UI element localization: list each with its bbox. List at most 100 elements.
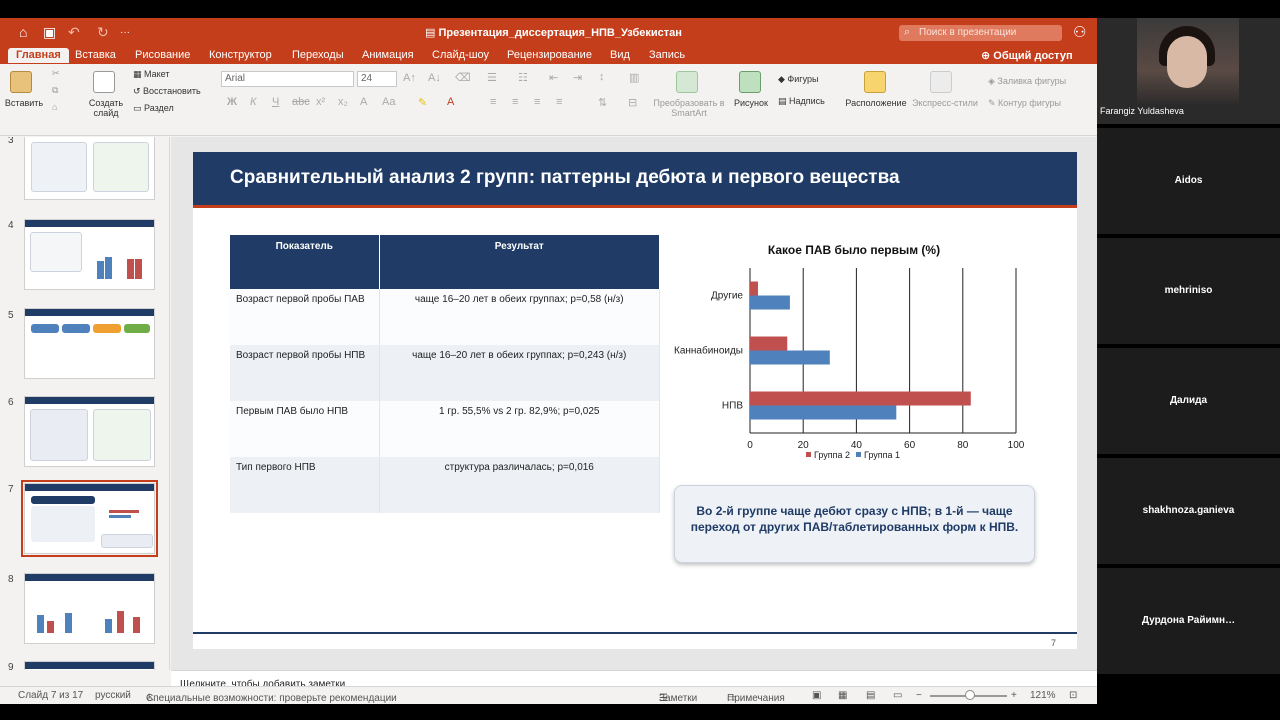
tab-slideshow[interactable]: Слайд-шоу <box>432 49 489 61</box>
participant-tile[interactable]: mehriniso <box>1097 238 1280 344</box>
columns-icon[interactable]: ▥ <box>629 71 639 84</box>
arrange-button[interactable]: Расположение <box>845 98 907 108</box>
tab-view[interactable]: Вид <box>610 49 630 61</box>
tab-transitions[interactable]: Переходы <box>292 49 344 61</box>
increase-font-icon[interactable]: A↑ <box>403 72 416 84</box>
decrease-indent-icon[interactable]: ⇤ <box>549 71 558 84</box>
line-spacing-icon[interactable]: ↕ <box>599 71 605 83</box>
bullets-icon[interactable]: ☰ <box>487 71 497 84</box>
sorter-view-icon[interactable]: ▦ <box>838 690 847 701</box>
reading-view-icon[interactable]: ▤ <box>866 690 875 701</box>
font-color-icon[interactable]: A <box>447 96 454 108</box>
tab-animations[interactable]: Анимация <box>362 49 414 61</box>
highlight-icon[interactable]: ✎ <box>418 96 427 109</box>
subscript-icon[interactable]: x₂ <box>338 96 348 108</box>
thumb-bar <box>135 259 142 279</box>
tab-record[interactable]: Запись <box>649 49 685 61</box>
align-center-icon[interactable]: ≡ <box>512 96 518 108</box>
align-left-icon[interactable]: ≡ <box>490 96 496 108</box>
align-text-icon[interactable]: ⊟ <box>628 96 637 109</box>
picture-button[interactable]: Рисунок <box>731 98 771 108</box>
shape-outline-button[interactable]: ✎ Контур фигуры <box>988 98 1061 109</box>
slide-thumbnail-9[interactable] <box>24 661 155 670</box>
slide-thumbnail-8[interactable] <box>24 573 155 644</box>
undo-icon[interactable]: ↶ <box>68 24 80 41</box>
strikethrough-icon[interactable]: abc <box>292 96 310 108</box>
results-table[interactable]: Показатель Результат Возраст первой проб… <box>230 235 660 513</box>
convert-smartart-button[interactable]: Преобразовать в SmartArt <box>650 98 728 118</box>
normal-view-icon[interactable]: ▣ <box>812 690 821 701</box>
slide-thumbnail-3[interactable] <box>24 137 155 200</box>
justify-icon[interactable]: ≡ <box>556 96 562 108</box>
reset-button[interactable]: ↺ Восстановить <box>133 86 201 97</box>
text-direction-icon[interactable]: ⇅ <box>598 96 607 109</box>
numbering-icon[interactable]: ☷ <box>518 71 528 84</box>
tab-home[interactable]: Главная <box>8 48 69 63</box>
slide-thumbnail-7[interactable] <box>21 480 158 557</box>
first-substance-chart[interactable]: Какое ПАВ было первым (%) 0 20 40 60 80 100 Дру… <box>663 232 1053 462</box>
text-effects-icon[interactable]: A <box>360 96 367 108</box>
copy-icon[interactable]: ⧉ <box>52 85 58 96</box>
shape-outline-label: Контур фигуры <box>998 98 1061 108</box>
change-case-icon[interactable]: Aa <box>382 96 395 108</box>
home-icon[interactable]: ⌂ <box>19 24 27 40</box>
tab-insert[interactable]: Вставка <box>75 49 116 61</box>
zoom-level[interactable]: 121% <box>1030 690 1056 701</box>
section-button[interactable]: ▭ Раздел <box>133 103 174 114</box>
slide-thumbnails-panel[interactable]: 3 4 5 6 7 8 9 <box>0 137 170 670</box>
paste-button[interactable]: Вставить <box>4 98 44 108</box>
bold-icon[interactable]: Ж <box>227 96 237 108</box>
format-painter-icon[interactable]: ⌂ <box>52 102 57 112</box>
share-button[interactable]: ⊕ Общий доступ <box>981 49 1073 62</box>
slide-thumbnail-6[interactable] <box>24 396 155 467</box>
participant-tile[interactable]: Дурдона Райимн… <box>1097 568 1280 674</box>
new-slide-button[interactable]: Создать слайд <box>86 98 126 118</box>
shapes-label: Фигуры <box>787 74 819 84</box>
align-right-icon[interactable]: ≡ <box>534 96 540 108</box>
y-tick-label: Каннабиноиды <box>674 345 743 357</box>
language-indicator[interactable]: русский <box>95 690 131 701</box>
decrease-font-icon[interactable]: A↓ <box>428 72 441 84</box>
account-icon[interactable]: ⚇ <box>1073 23 1086 41</box>
tab-design[interactable]: Конструктор <box>209 49 272 61</box>
table-cell: Первым ПАВ было НПВ <box>230 401 380 457</box>
textbox-button[interactable]: ▤ Надпись <box>778 96 825 107</box>
slide[interactable]: Сравнительный анализ 2 групп: паттерны д… <box>193 152 1077 649</box>
redo-icon[interactable]: ↻ <box>97 24 109 41</box>
layout-label: Макет <box>144 69 170 79</box>
conclusion-callout[interactable]: Во 2-й группе чаще дебют сразу с НПВ; в … <box>674 485 1035 563</box>
thumb-bar <box>127 259 134 279</box>
participant-tile[interactable]: Aidos <box>1097 128 1280 234</box>
slide-editor[interactable]: Сравнительный анализ 2 групп: паттерны д… <box>171 137 1097 670</box>
layout-button[interactable]: ▦ Макет <box>133 69 170 80</box>
participant-tile[interactable]: shakhnoza.ganieva <box>1097 458 1280 564</box>
search-input[interactable]: ⌕ Поиск в презентации <box>899 25 1062 41</box>
underline-icon[interactable]: Ч <box>272 96 279 108</box>
zoom-out-icon[interactable]: − <box>916 690 922 701</box>
participant-tile[interactable]: Далида <box>1097 348 1280 454</box>
shapes-button[interactable]: ◆ Фигуры <box>778 74 818 85</box>
save-icon[interactable]: ▣ <box>43 24 56 41</box>
tab-draw[interactable]: Рисование <box>135 49 190 61</box>
slide-title[interactable]: Сравнительный анализ 2 групп: паттерны д… <box>230 167 900 189</box>
increase-indent-icon[interactable]: ⇥ <box>573 71 582 84</box>
font-name-select[interactable]: Arial <box>221 71 354 87</box>
font-size-select[interactable]: 24 <box>357 71 397 87</box>
clear-format-icon[interactable]: ⌫ <box>455 71 471 84</box>
thumb-step <box>31 324 59 333</box>
slide-thumbnail-5[interactable] <box>24 308 155 379</box>
cut-icon[interactable]: ✂ <box>52 68 60 79</box>
italic-icon[interactable]: К <box>250 96 256 108</box>
fit-slide-icon[interactable]: ⊡ <box>1069 690 1077 701</box>
slide-thumbnail-4[interactable] <box>24 219 155 290</box>
more-icon[interactable]: ··· <box>120 27 130 38</box>
shape-fill-button[interactable]: ◈ Заливка фигуры <box>988 76 1066 87</box>
zoom-slider-handle[interactable] <box>965 690 975 700</box>
superscript-icon[interactable]: x² <box>316 96 325 108</box>
tab-review[interactable]: Рецензирование <box>507 49 592 61</box>
participant-tile[interactable]: Farangiz Yuldasheva <box>1097 18 1280 124</box>
thumb-title-bar <box>25 484 154 491</box>
slideshow-view-icon[interactable]: ▭ <box>893 690 902 701</box>
zoom-in-icon[interactable]: + <box>1011 690 1017 701</box>
quick-styles-button[interactable]: Экспресс-стили <box>910 98 980 108</box>
